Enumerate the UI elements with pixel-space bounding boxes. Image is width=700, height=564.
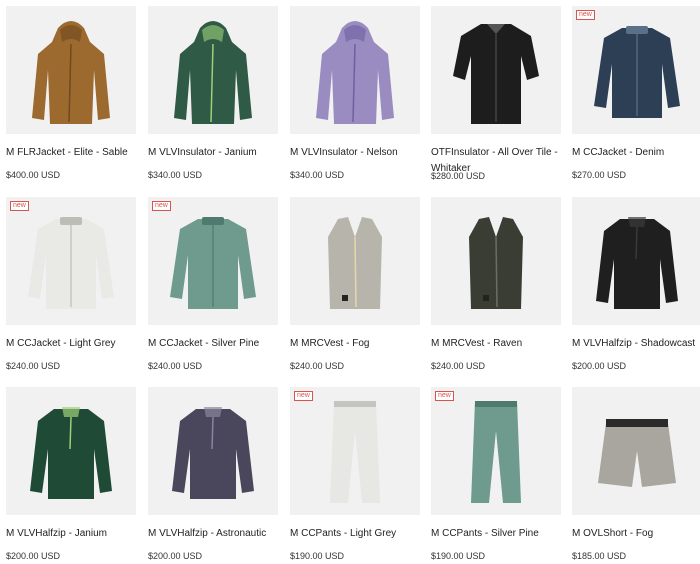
product-price: $200.00 USD	[6, 551, 61, 561]
product-name[interactable]: M VLVHalfzip - Shadowcast	[572, 336, 700, 352]
product-card[interactable]: M VLVHalfzip - Janium $200.00 USD	[6, 387, 136, 562]
product-image[interactable]	[148, 387, 278, 515]
product-card[interactable]: M MRCVest - Raven $240.00 USD	[431, 197, 561, 372]
product-card[interactable]: M VLVInsulator - Nelson $340.00 USD	[290, 6, 420, 181]
product-name[interactable]: M VLVInsulator - Nelson	[290, 145, 440, 161]
product-image[interactable]: new	[290, 387, 420, 515]
product-price: $280.00 USD	[431, 171, 486, 181]
product-name[interactable]: M CCJacket - Silver Pine	[148, 336, 298, 352]
product-card[interactable]: OTFInsulator - All Over Tile - Whitaker $…	[431, 6, 561, 181]
hoodie-illustration	[32, 21, 110, 124]
vest-illustration	[469, 217, 523, 309]
product-name[interactable]: M VLVInsulator - Janium	[148, 145, 298, 161]
product-price: $340.00 USD	[290, 170, 345, 180]
product-card[interactable]: M VLVHalfzip - Shadowcast $200.00 USD	[572, 197, 700, 372]
product-name[interactable]: M CCJacket - Denim	[572, 145, 700, 161]
vest-illustration	[328, 217, 382, 309]
halfzip-illustration	[30, 407, 112, 499]
product-image[interactable]: new	[431, 387, 561, 515]
product-price: $240.00 USD	[290, 361, 345, 371]
product-name[interactable]: M VLVHalfzip - Janium	[6, 526, 156, 542]
pants-illustration	[330, 401, 380, 503]
product-image[interactable]	[6, 387, 136, 515]
product-price: $240.00 USD	[431, 361, 486, 371]
halfzip-illustration	[172, 407, 254, 499]
jacket-illustration	[594, 26, 680, 118]
pants-illustration	[471, 401, 521, 503]
product-price: $240.00 USD	[6, 361, 61, 371]
product-name[interactable]: M FLRJacket - Elite - Sable	[6, 145, 156, 161]
product-name[interactable]: M CCPants - Silver Pine	[431, 526, 581, 542]
product-name[interactable]: M CCPants - Light Grey	[290, 526, 440, 542]
jacket-illustration	[28, 217, 114, 309]
product-card[interactable]: new M CCPants - Silver Pine $190.00 USD	[431, 387, 561, 562]
new-badge: new	[576, 10, 595, 20]
shirt-illustration	[453, 24, 539, 124]
product-grid: M FLRJacket - Elite - Sable $400.00 USD M…	[0, 0, 700, 564]
new-badge: new	[294, 391, 313, 401]
product-price: $190.00 USD	[431, 551, 486, 561]
product-image[interactable]	[572, 197, 700, 325]
product-image[interactable]: new	[572, 6, 700, 134]
hoodie-illustration	[316, 21, 394, 124]
halfzip-illustration	[596, 217, 678, 309]
product-card[interactable]: new M CCJacket - Silver Pine $240.00 USD	[148, 197, 278, 372]
product-price: $240.00 USD	[148, 361, 203, 371]
product-image[interactable]	[431, 197, 561, 325]
product-card[interactable]: M OVLShort - Fog $185.00 USD	[572, 387, 700, 562]
product-card[interactable]: M VLVHalfzip - Astronautic $200.00 USD	[148, 387, 278, 562]
product-card[interactable]: new M CCJacket - Light Grey $240.00 USD	[6, 197, 136, 372]
new-badge: new	[435, 391, 454, 401]
product-image[interactable]	[148, 6, 278, 134]
product-price: $340.00 USD	[148, 170, 203, 180]
product-card[interactable]: M FLRJacket - Elite - Sable $400.00 USD	[6, 6, 136, 181]
product-price: $400.00 USD	[6, 170, 61, 180]
product-card[interactable]: new M CCPants - Light Grey $190.00 USD	[290, 387, 420, 562]
hoodie-illustration	[174, 21, 252, 124]
product-card[interactable]: M VLVInsulator - Janium $340.00 USD	[148, 6, 278, 181]
jacket-illustration	[170, 217, 256, 309]
product-image[interactable]: new	[6, 197, 136, 325]
product-price: $185.00 USD	[572, 551, 627, 561]
product-image[interactable]	[290, 197, 420, 325]
product-name[interactable]: M OVLShort - Fog	[572, 526, 700, 542]
product-name[interactable]: M MRCVest - Fog	[290, 336, 440, 352]
product-image[interactable]	[290, 6, 420, 134]
product-price: $190.00 USD	[290, 551, 345, 561]
new-badge: new	[152, 201, 171, 211]
product-name[interactable]: M CCJacket - Light Grey	[6, 336, 156, 352]
product-image[interactable]	[431, 6, 561, 134]
product-card[interactable]: M MRCVest - Fog $240.00 USD	[290, 197, 420, 372]
product-image[interactable]	[6, 6, 136, 134]
product-name[interactable]: M VLVHalfzip - Astronautic	[148, 526, 298, 542]
product-image[interactable]	[572, 387, 700, 515]
product-price: $200.00 USD	[572, 361, 627, 371]
shorts-illustration	[598, 419, 676, 487]
product-price: $270.00 USD	[572, 170, 627, 180]
product-image[interactable]: new	[148, 197, 278, 325]
product-price: $200.00 USD	[148, 551, 203, 561]
new-badge: new	[10, 201, 29, 211]
product-name[interactable]: M MRCVest - Raven	[431, 336, 581, 352]
product-card[interactable]: new M CCJacket - Denim $270.00 USD	[572, 6, 700, 181]
